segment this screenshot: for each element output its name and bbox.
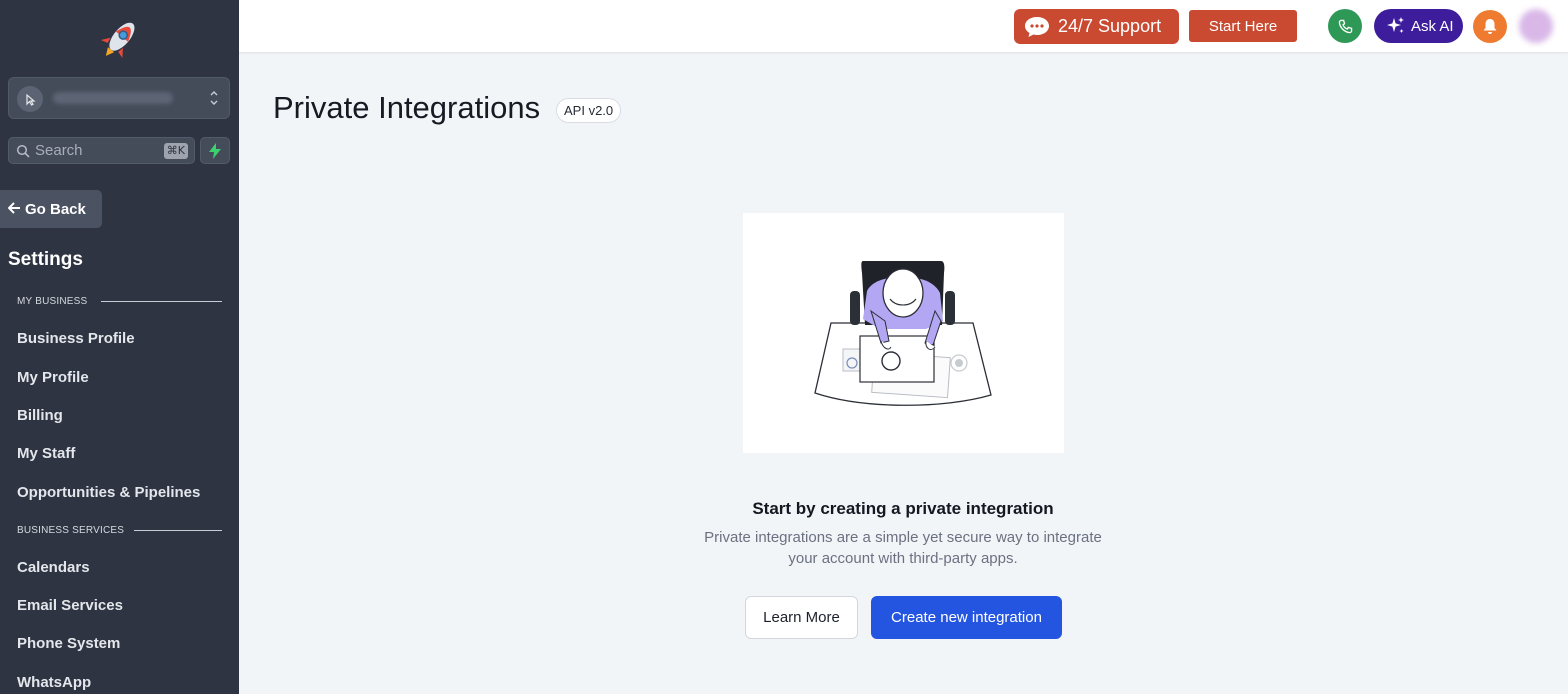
search-input[interactable] <box>35 138 155 163</box>
bell-icon <box>1483 19 1497 34</box>
support-button[interactable]: 24/7 Support <box>1014 9 1179 44</box>
empty-state-title: Start by creating a private integration <box>752 499 1054 518</box>
top-bar: 24/7 Support Start Here Ask AI <box>239 0 1568 53</box>
sidebar-item-opportunities-pipelines[interactable]: Opportunities & Pipelines <box>17 484 200 501</box>
lightning-bolt-icon <box>209 142 221 159</box>
user-avatar[interactable] <box>1519 9 1553 43</box>
phone-button[interactable] <box>1328 9 1362 43</box>
search-shortcut-badge: ⌘K <box>163 143 188 159</box>
sidebar-item-whatsapp[interactable]: WhatsApp <box>17 674 91 691</box>
phone-icon <box>1338 19 1352 33</box>
search-icon <box>16 144 30 158</box>
sidebar-item-phone-system[interactable]: Phone System <box>17 635 120 652</box>
quick-actions-button[interactable] <box>200 137 230 164</box>
section-divider <box>101 301 222 302</box>
sidebar-item-email-services[interactable]: Email Services <box>17 597 123 614</box>
search-box[interactable]: ⌘K <box>8 137 195 164</box>
arrow-left-icon <box>7 201 21 218</box>
notifications-button[interactable] <box>1473 10 1507 43</box>
learn-more-button[interactable]: Learn More <box>745 596 858 639</box>
section-label-business-services: BUSINESS SERVICES <box>17 525 125 536</box>
sidebar-item-my-staff[interactable]: My Staff <box>17 445 75 462</box>
create-integration-button[interactable]: Create new integration <box>871 596 1062 639</box>
go-back-label: Go Back <box>25 200 86 218</box>
chat-bubble-icon <box>1025 16 1049 37</box>
sidebar-item-business-profile[interactable]: Business Profile <box>17 330 135 347</box>
support-label: 24/7 Support <box>1058 16 1162 36</box>
api-version-badge: API v2.0 <box>556 98 622 123</box>
page-title: Private Integrations <box>273 90 541 125</box>
ask-ai-label: Ask AI <box>1411 17 1454 35</box>
account-cursor-icon <box>17 86 43 112</box>
section-label-my-business: MY BUSINESS <box>17 296 88 307</box>
ask-ai-button[interactable]: Ask AI <box>1374 9 1463 43</box>
sidebar: ⌘K Go Back Settings MY BUSINESS Business… <box>0 0 239 694</box>
start-here-button[interactable]: Start Here <box>1189 10 1297 42</box>
sidebar-item-my-profile[interactable]: My Profile <box>17 369 89 386</box>
rocket-logo-icon[interactable] <box>97 16 143 62</box>
empty-state-description: Private integrations are a simple yet se… <box>704 529 1102 567</box>
sidebar-item-calendars[interactable]: Calendars <box>17 559 90 576</box>
empty-state-illustration <box>743 213 1064 453</box>
section-divider <box>134 530 222 531</box>
go-back-button[interactable]: Go Back <box>0 190 102 228</box>
account-switcher[interactable] <box>8 77 230 119</box>
chevron-updown-icon <box>210 91 218 105</box>
settings-title: Settings <box>8 249 83 270</box>
account-name-blurred <box>53 92 173 104</box>
sidebar-item-billing[interactable]: Billing <box>17 407 63 424</box>
sparkles-icon <box>1387 17 1404 33</box>
